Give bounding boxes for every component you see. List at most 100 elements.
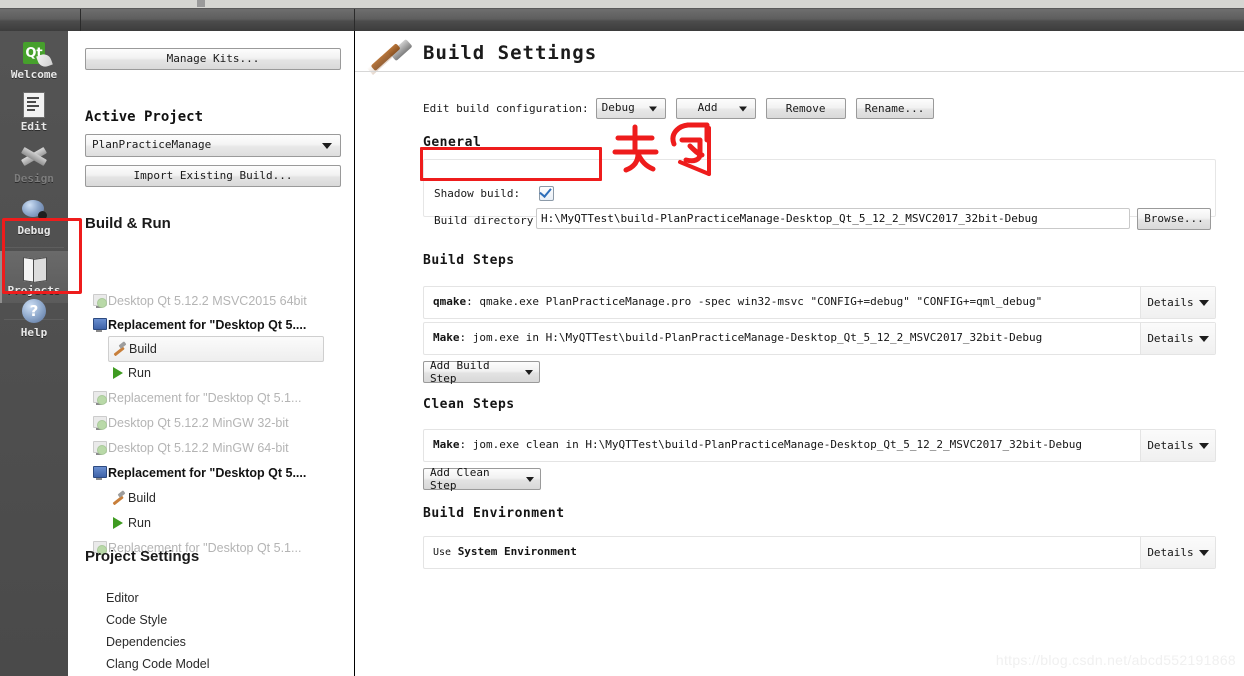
remove-configuration-button[interactable]: Remove: [765, 98, 846, 119]
mode-selector-bar: Qt Welcome Edit Design Debug Projects ? …: [0, 31, 69, 676]
mode-label-help: Help: [20, 326, 48, 339]
add-build-step-button[interactable]: Add Build Step: [423, 359, 540, 385]
build-step-text: qmake: qmake.exe PlanPracticeManage.pro …: [433, 295, 1043, 308]
kit-badge-icon: [88, 294, 108, 308]
build-environment-value: System Environment: [457, 545, 577, 558]
bug-icon: [17, 194, 51, 224]
mode-label-design: Design: [14, 172, 54, 185]
active-project-combo[interactable]: PlanPracticeManage: [85, 134, 341, 157]
details-button-clean[interactable]: Details: [1140, 430, 1215, 461]
projects-left-panel: Manage Kits... Active Project PlanPracti…: [68, 31, 355, 676]
build-environment-row[interactable]: Use System Environment Details: [423, 536, 1216, 569]
rename-configuration-button[interactable]: Rename...: [855, 98, 934, 119]
shadow-build-checkbox[interactable]: [539, 185, 554, 201]
watermark-text: https://blog.csdn.net/abcd552191868: [995, 652, 1236, 668]
active-project-value: PlanPracticeManage: [92, 138, 212, 151]
tree-item-label: Build: [129, 342, 157, 356]
play-icon: [108, 517, 128, 529]
tree-item-label: Run: [128, 516, 151, 530]
tree-item-label: Replacement for "Desktop Qt 5.1...: [108, 391, 302, 405]
tree-item-run-2[interactable]: Run: [108, 511, 151, 535]
project-settings-item-dependencies[interactable]: Dependencies: [106, 635, 186, 657]
manage-kits-button[interactable]: Manage Kits...: [85, 48, 341, 70]
build-directory-input[interactable]: H:\MyQTTest\build-PlanPracticeManage-Des…: [536, 208, 1130, 229]
qt-logo-icon: Qt: [17, 38, 51, 68]
build-step-text: Make: jom.exe in H:\MyQTTest\build-PlanP…: [433, 331, 1043, 344]
mode-button-edit[interactable]: Edit: [0, 87, 68, 139]
chevron-down-icon: [1198, 549, 1209, 556]
edit-build-configuration-label: Edit build configuration:: [423, 102, 589, 115]
title-divider: [355, 71, 1244, 72]
kit-row-mingw-32[interactable]: Desktop Qt 5.12.2 MinGW 32-bit: [88, 411, 289, 435]
details-label: Details: [1147, 439, 1194, 452]
details-label: Details: [1147, 546, 1194, 559]
question-mark-icon: ?: [17, 296, 51, 326]
tree-item-run-1[interactable]: Run: [108, 361, 151, 385]
clean-step-text: Make: jom.exe clean in H:\MyQTTest\build…: [433, 438, 1083, 451]
chevron-down-icon: [525, 369, 533, 375]
import-existing-build-button[interactable]: Import Existing Build...: [85, 165, 341, 187]
mode-label-welcome: Welcome: [10, 68, 58, 81]
mode-button-help[interactable]: ? Help: [0, 293, 68, 345]
tree-item-label: Run: [128, 366, 151, 380]
add-clean-step-label: Add Clean Step: [430, 466, 490, 492]
project-settings-item-editor[interactable]: Editor: [106, 591, 139, 613]
hammer-icon: [109, 341, 129, 356]
add-configuration-button[interactable]: Add: [675, 98, 756, 119]
general-group-box: Shadow build: Build directory: H:\MyQTTe…: [423, 159, 1216, 230]
check-icon: [539, 185, 552, 198]
details-label: Details: [1147, 332, 1194, 345]
kit-row-replacement-2[interactable]: Replacement for "Desktop Qt 5.1...: [88, 386, 301, 410]
build-settings-pane: Build Settings Edit build configuration:…: [355, 31, 1244, 676]
toolbar-divider-right: [354, 9, 355, 31]
mode-label-debug: Debug: [17, 224, 51, 237]
mode-button-welcome[interactable]: Qt Welcome: [0, 35, 68, 87]
build-settings-hammer-icon: [366, 38, 417, 87]
build-step-name: Make: [433, 331, 460, 344]
build-environment-prefix: Use: [433, 547, 452, 558]
kit-row-mingw-64[interactable]: Desktop Qt 5.12.2 MinGW 64-bit: [88, 436, 289, 460]
clean-steps-heading: Clean Steps: [423, 397, 515, 412]
build-step-row-make[interactable]: Make: jom.exe in H:\MyQTTest\build-PlanP…: [423, 322, 1216, 355]
shadow-build-label: Shadow build:: [434, 187, 521, 200]
kit-row-replacement-1[interactable]: Replacement for "Desktop Qt 5....: [88, 313, 306, 337]
design-brush-icon: [17, 142, 51, 172]
build-directory-label: Build directory:: [434, 214, 540, 227]
mode-button-debug[interactable]: Debug: [0, 191, 68, 243]
kit-badge-icon: [88, 416, 108, 430]
build-and-run-heading: Build & Run: [85, 215, 171, 232]
chevron-down-icon: [1198, 299, 1209, 306]
clean-step-row-make[interactable]: Make: jom.exe clean in H:\MyQTTest\build…: [423, 429, 1216, 462]
details-button-make[interactable]: Details: [1140, 323, 1215, 354]
clean-step-name: Make: [433, 438, 460, 451]
details-button-environment[interactable]: Details: [1140, 537, 1215, 568]
build-configuration-combo[interactable]: Debug: [595, 98, 666, 119]
project-settings-item-clang-code-model[interactable]: Clang Code Model: [106, 657, 210, 676]
tree-item-build-selected[interactable]: Build: [108, 336, 324, 362]
top-toolbar: [0, 9, 1244, 32]
mode-button-design[interactable]: Design: [0, 139, 68, 191]
build-environment-text: Use System Environment: [433, 545, 1129, 558]
toolbar-stub-icon: [197, 0, 205, 7]
details-button-qmake[interactable]: Details: [1140, 287, 1215, 318]
projects-folder-icon: [17, 254, 51, 284]
tree-item-build-2[interactable]: Build: [108, 486, 156, 510]
build-step-row-qmake[interactable]: qmake: qmake.exe PlanPracticeManage.pro …: [423, 286, 1216, 319]
kit-active-icon: [88, 318, 108, 332]
chevron-down-icon: [526, 476, 534, 482]
page-title: Build Settings: [423, 42, 598, 64]
tree-item-label: Desktop Qt 5.12.2 MinGW 32-bit: [108, 416, 289, 430]
mode-label-edit: Edit: [20, 120, 48, 133]
browse-button[interactable]: Browse...: [1137, 208, 1211, 230]
project-settings-item-code-style[interactable]: Code Style: [106, 613, 167, 635]
menu-strip: [0, 0, 1244, 9]
kit-row-msvc2015-64[interactable]: Desktop Qt 5.12.2 MSVC2015 64bit: [88, 289, 307, 313]
tree-item-label: Desktop Qt 5.12.2 MinGW 64-bit: [108, 441, 289, 455]
document-icon: [17, 90, 51, 120]
kit-row-replacement-3[interactable]: Replacement for "Desktop Qt 5....: [88, 461, 306, 485]
build-step-command: qmake.exe PlanPracticeManage.pro -spec w…: [479, 295, 1043, 308]
kit-badge-icon: [88, 441, 108, 455]
kit-active-icon: [88, 466, 108, 480]
add-clean-step-button[interactable]: Add Clean Step: [423, 466, 541, 492]
tree-item-label: Replacement for "Desktop Qt 5....: [108, 466, 307, 480]
